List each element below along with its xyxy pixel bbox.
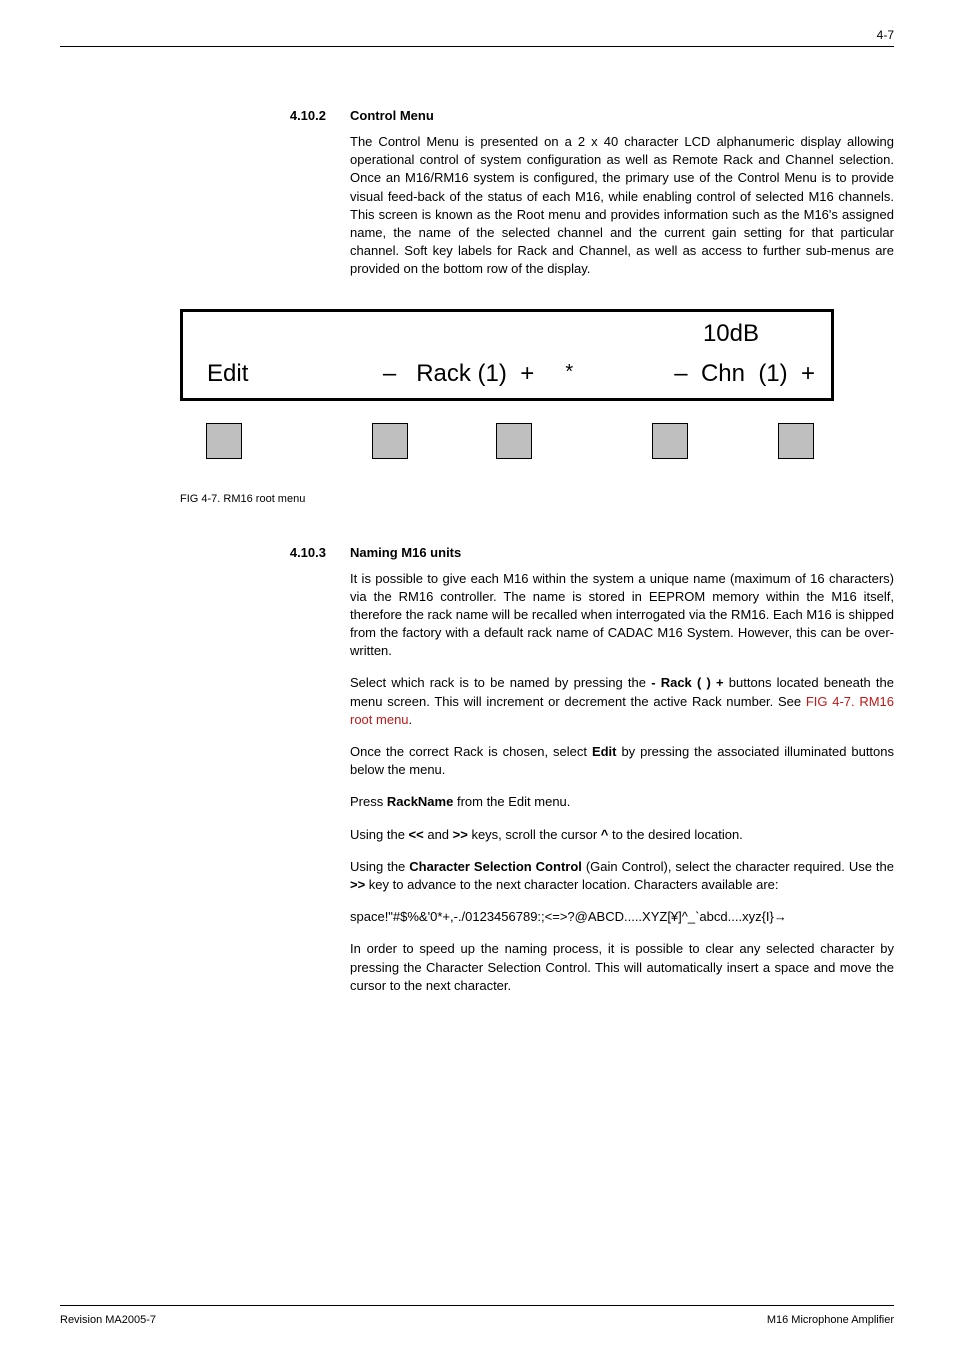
rule-bottom bbox=[60, 1305, 894, 1306]
bold-text: RackName bbox=[387, 794, 454, 809]
bold-text: >> bbox=[453, 827, 468, 842]
bold-text: Edit bbox=[592, 744, 617, 759]
section-heading-naming-m16: 4.10.3 Naming M16 units bbox=[60, 545, 894, 560]
section-title: Control Menu bbox=[350, 108, 434, 123]
section-number: 4.10.2 bbox=[60, 108, 350, 123]
footer-product: M16 Microphone Amplifier bbox=[767, 1314, 894, 1326]
paragraph-character-list: space!"#$%&'0*+,-./0123456789:;<=>?@ABCD… bbox=[350, 908, 894, 926]
paragraph: Using the Character Selection Control (G… bbox=[350, 858, 894, 894]
figure-caption: FIG 4-7. RM16 root menu bbox=[180, 493, 894, 505]
bold-text: << bbox=[409, 827, 424, 842]
paragraph: Select which rack is to be named by pres… bbox=[350, 674, 894, 729]
bold-text: - Rack ( ) + bbox=[651, 675, 723, 690]
softkey-buttons-row bbox=[180, 423, 834, 483]
text-run: Using the bbox=[350, 827, 409, 842]
paragraph: Once the correct Rack is chosen, select … bbox=[350, 743, 894, 779]
section-heading-control-menu: 4.10.2 Control Menu bbox=[60, 108, 894, 123]
text-run: Once the correct Rack is chosen, select bbox=[350, 744, 592, 759]
lcd-edit-label: Edit bbox=[207, 360, 248, 388]
paragraph: In order to speed up the naming process,… bbox=[350, 940, 894, 995]
lcd-star-indicator: * bbox=[565, 361, 573, 384]
paragraph: Using the << and >> keys, scroll the cur… bbox=[350, 826, 894, 844]
text-run: from the Edit menu. bbox=[453, 794, 570, 809]
section-title: Naming M16 units bbox=[350, 545, 461, 560]
softkey-button-1[interactable] bbox=[206, 423, 242, 459]
softkey-button-4[interactable] bbox=[652, 423, 688, 459]
text-run: and bbox=[424, 827, 453, 842]
rule-top bbox=[60, 46, 894, 47]
bold-text: Character Selection Control bbox=[409, 859, 582, 874]
lcd-chn-label: – Chn (1) + bbox=[674, 360, 815, 388]
text-run: . bbox=[409, 712, 413, 727]
text-run: keys, scroll the cursor bbox=[468, 827, 601, 842]
lcd-rack-label: – Rack (1) + bbox=[383, 360, 534, 388]
footer-revision: Revision MA2005-7 bbox=[60, 1314, 156, 1326]
softkey-button-2[interactable] bbox=[372, 423, 408, 459]
text-run: key to advance to the next character loc… bbox=[365, 877, 778, 892]
softkey-button-3[interactable] bbox=[496, 423, 532, 459]
paragraph: The Control Menu is presented on a 2 x 4… bbox=[350, 133, 894, 279]
bold-text: >> bbox=[350, 877, 365, 892]
lcd-gain-value: 10dB bbox=[703, 320, 759, 348]
text-run: (Gain Control), select the character req… bbox=[582, 859, 894, 874]
figure-rm16-root-menu: 10dB Edit – Rack (1) + * – Chn (1) + bbox=[180, 309, 834, 483]
text-run: Select which rack is to be named by pres… bbox=[350, 675, 651, 690]
text-run: to the desired location. bbox=[608, 827, 742, 842]
page-number: 4-7 bbox=[877, 28, 894, 42]
text-run: Press bbox=[350, 794, 387, 809]
paragraph: Press RackName from the Edit menu. bbox=[350, 793, 894, 811]
text-run: Using the bbox=[350, 859, 409, 874]
softkey-button-5[interactable] bbox=[778, 423, 814, 459]
section-number: 4.10.3 bbox=[60, 545, 350, 560]
lcd-display: 10dB Edit – Rack (1) + * – Chn (1) + bbox=[180, 309, 834, 401]
paragraph: It is possible to give each M16 within t… bbox=[350, 570, 894, 661]
